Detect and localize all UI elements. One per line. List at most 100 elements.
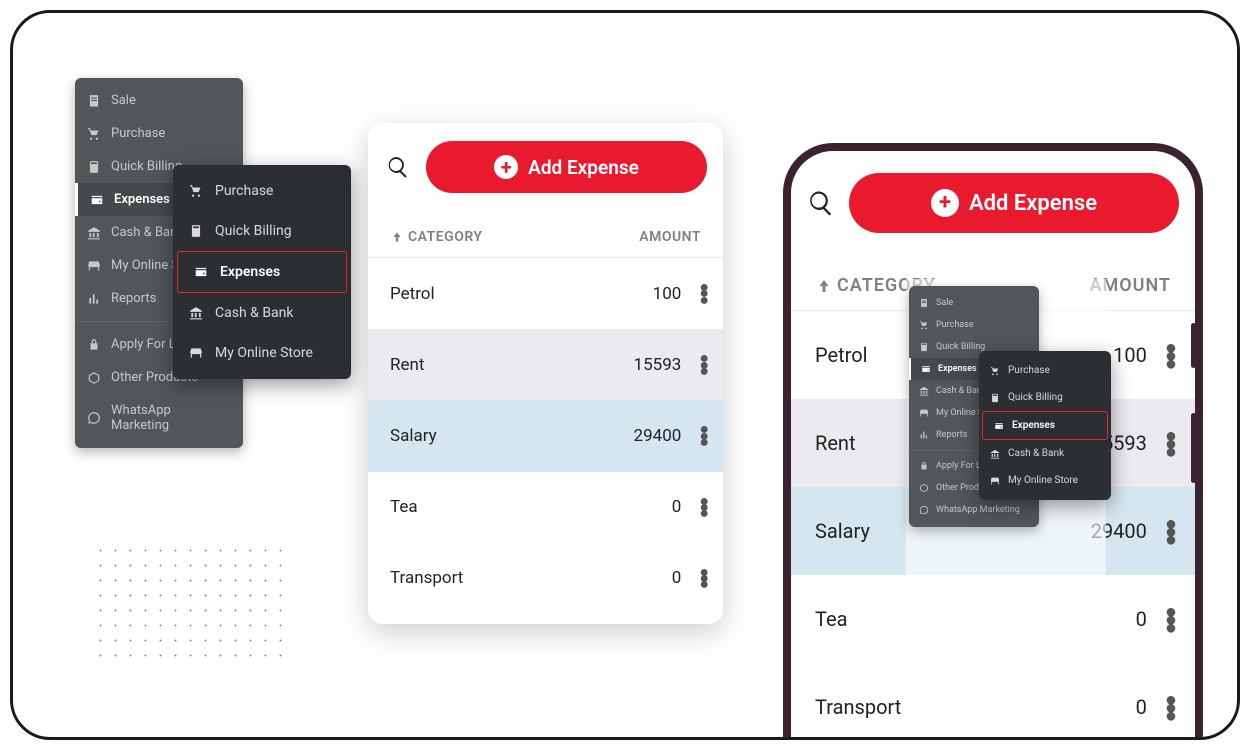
expense-panel: + Add Expense CATEGORY AMOUNT Petrol100●… <box>368 123 723 624</box>
decorative-dots <box>93 543 283 663</box>
submenu-item-purchase[interactable]: Purchase <box>979 357 1111 384</box>
amount-column-header[interactable]: AMOUNT <box>639 229 701 245</box>
more-icon[interactable]: ●●● <box>1161 339 1181 371</box>
amount-column-header[interactable]: AMOUNT <box>1089 275 1171 296</box>
add-expense-button[interactable]: + Add Expense <box>426 141 707 193</box>
more-icon[interactable]: ●●● <box>695 351 713 378</box>
calculator-icon <box>87 160 101 174</box>
lock-icon <box>919 461 929 471</box>
expense-amount: 15593 <box>634 355 682 375</box>
expense-row[interactable]: Rent 15593 ●●● <box>368 329 723 400</box>
expense-category: Transport <box>390 568 463 588</box>
expense-row[interactable]: Petrol100●●● <box>368 258 723 329</box>
sidebar-item-purchase[interactable]: Purchase <box>75 117 243 150</box>
sidebar-item-purchase[interactable]: Purchase <box>909 314 1039 336</box>
expense-category: Rent <box>390 355 424 375</box>
lock-icon <box>87 338 101 352</box>
sidebar-submenu-mobile: Purchase Quick Billing Expenses Cash & B… <box>979 351 1111 500</box>
whatsapp-icon <box>919 505 929 515</box>
expense-category: Tea <box>815 607 847 631</box>
wallet-icon <box>90 193 104 207</box>
box-icon <box>87 371 101 385</box>
submenu-item-quick-billing[interactable]: Quick Billing <box>979 384 1111 411</box>
expense-table-header: CATEGORY AMOUNT <box>368 213 723 258</box>
expense-row[interactable]: Tea 0 ●●● <box>791 575 1195 663</box>
submenu-item-cash-bank[interactable]: Cash & Bank <box>979 440 1111 467</box>
expense-category: Transport <box>815 695 901 719</box>
submenu-item-quick-billing[interactable]: Quick Billing <box>173 211 351 251</box>
expense-category: Petrol <box>815 343 868 367</box>
app-frame: Sale Purchase Quick Billing Expenses Cas… <box>10 10 1240 740</box>
search-button[interactable] <box>384 153 412 181</box>
calculator-icon <box>990 393 1000 403</box>
more-icon[interactable]: ●●● <box>1161 603 1181 635</box>
calculator-icon <box>189 224 203 238</box>
expense-category: Salary <box>390 426 437 446</box>
add-expense-button[interactable]: + Add Expense <box>849 173 1179 233</box>
more-icon[interactable]: ●●● <box>1161 691 1181 723</box>
submenu-item-store[interactable]: My Online Store <box>173 333 351 373</box>
sidebar-item-label: Purchase <box>111 126 165 141</box>
wallet-icon <box>194 265 208 279</box>
cart-icon <box>919 320 929 330</box>
receipt-icon <box>919 298 929 308</box>
submenu-item-purchase[interactable]: Purchase <box>173 171 351 211</box>
more-icon[interactable]: ●●● <box>1161 427 1181 459</box>
submenu-item-store[interactable]: My Online Store <box>979 467 1111 494</box>
more-icon[interactable]: ●●● <box>695 565 713 592</box>
expense-panel-header: + Add Expense <box>368 123 723 213</box>
expense-row[interactable]: Transport 0 ●●● <box>368 543 723 614</box>
store-icon <box>919 408 929 418</box>
sidebar-item-label: Expenses <box>114 192 170 207</box>
expense-category: Petrol <box>390 284 435 304</box>
expense-panel-header-mobile: + Add Expense <box>791 151 1195 257</box>
submenu-item-expenses[interactable]: Expenses <box>982 411 1108 440</box>
submenu-item-label: Purchase <box>215 183 273 199</box>
expense-category: Rent <box>815 431 856 455</box>
expense-amount: 29400 <box>634 426 682 446</box>
wallet-icon <box>921 364 931 374</box>
sidebar-item-sale[interactable]: Sale <box>909 292 1039 314</box>
bank-icon <box>189 306 203 320</box>
expense-amount: 0 <box>672 497 682 517</box>
expense-amount: 29400 <box>1091 519 1147 543</box>
expense-amount: 0 <box>672 568 682 588</box>
more-icon[interactable]: ●●● <box>1161 515 1181 547</box>
submenu-item-cash-bank[interactable]: Cash & Bank <box>173 293 351 333</box>
sidebar-item-label: WhatsApp Marketing <box>111 403 231 433</box>
whatsapp-icon <box>87 411 101 425</box>
sidebar-item-whatsapp[interactable]: WhatsApp Marketing <box>75 394 243 442</box>
category-column-header[interactable]: CATEGORY <box>390 229 483 245</box>
chart-icon <box>919 430 929 440</box>
expense-amount: 100 <box>1113 343 1147 367</box>
phone-side-button <box>1191 323 1196 368</box>
sidebar-submenu: Purchase Quick Billing Expenses Cash & B… <box>173 165 351 379</box>
expense-amount: 0 <box>1136 695 1147 719</box>
cart-icon <box>189 184 203 198</box>
expense-amount: 0 <box>1136 607 1147 631</box>
expense-row[interactable]: Transport 0 ●●● <box>791 663 1195 740</box>
more-icon[interactable]: ●●● <box>695 494 713 521</box>
receipt-icon <box>87 94 101 108</box>
sidebar-item-label: Sale <box>111 93 136 108</box>
bank-icon <box>990 449 1000 459</box>
bank-icon <box>919 386 929 396</box>
sidebar-item-sale[interactable]: Sale <box>75 84 243 117</box>
chart-icon <box>87 292 101 306</box>
store-icon <box>990 476 1000 486</box>
plus-icon: + <box>494 155 518 179</box>
plus-icon: + <box>931 189 959 217</box>
expense-row[interactable]: Tea 0 ●●● <box>368 472 723 543</box>
expense-row[interactable]: Salary 29400 ●●● <box>368 400 723 471</box>
more-icon[interactable]: ●●● <box>695 280 713 307</box>
search-button[interactable] <box>807 189 835 217</box>
submenu-item-label: My Online Store <box>215 345 313 361</box>
expense-category: Tea <box>390 497 418 517</box>
submenu-item-expenses[interactable]: Expenses <box>177 251 347 293</box>
more-icon[interactable]: ●●● <box>695 422 713 449</box>
add-expense-label: Add Expense <box>969 191 1097 216</box>
cart-icon <box>990 366 1000 376</box>
phone-mockup: + Add Expense CATEGORY AMOUNT Petrol100●… <box>783 143 1203 740</box>
store-icon <box>189 346 203 360</box>
sidebar-item-whatsapp[interactable]: WhatsApp Marketing <box>909 499 1039 521</box>
